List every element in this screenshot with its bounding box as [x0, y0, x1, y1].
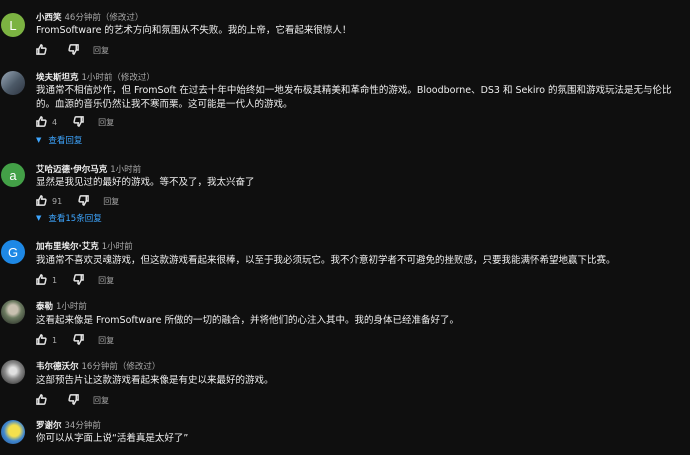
comment-author[interactable]: 艾哈迈德·伊尔马克	[36, 165, 107, 175]
comment-time[interactable]: 46分钟前（修改过）	[65, 13, 144, 23]
reply-button[interactable]: 回复	[98, 275, 114, 286]
comment-time[interactable]: 1小时前（修改过）	[82, 73, 155, 83]
comment-author[interactable]: 加布里埃尔·艾克	[36, 242, 99, 252]
view-replies-button[interactable]: ▼ 查看回复	[36, 134, 82, 146]
comment-text: 这部预告片让这款游戏看起来像是有史以来最好的游戏。	[36, 375, 274, 386]
thumbs-up-icon	[36, 115, 47, 127]
thumbs-up-icon	[36, 194, 47, 206]
comment-time[interactable]: 34分钟前	[65, 421, 101, 431]
like-button[interactable]	[36, 393, 47, 407]
dislike-button[interactable]	[78, 194, 90, 208]
like-count: 4	[52, 117, 58, 127]
like-count: 1	[52, 335, 58, 345]
reply-button[interactable]: 回复	[103, 196, 119, 207]
chevron-down-icon: ▼	[36, 214, 42, 222]
avatar[interactable]: L	[1, 13, 25, 37]
thumbs-down-icon	[73, 333, 84, 345]
comment-author[interactable]: 埃夫斯坦克	[36, 73, 79, 83]
comment-text: 我通常不喜欢灵魂游戏，但这款游戏看起来很棒，以至于我必须玩它。我不介意初学者不可…	[36, 255, 616, 266]
view-replies-button[interactable]: ▼ 查看15条回复	[36, 212, 102, 224]
comment-text: 你可以从字面上说“活着真是太好了”	[36, 433, 189, 444]
avatar[interactable]	[1, 71, 25, 95]
thumbs-down-icon	[68, 43, 79, 55]
dislike-button[interactable]	[68, 43, 79, 57]
view-replies-label: 查看15条回复	[48, 214, 102, 224]
dislike-button[interactable]	[73, 273, 84, 287]
like-button[interactable]	[36, 273, 47, 287]
thumbs-up-icon	[36, 333, 47, 345]
dislike-button[interactable]	[73, 115, 84, 129]
thumbs-up-icon	[36, 273, 47, 285]
comment-author[interactable]: 小西笑	[36, 13, 62, 23]
reply-button[interactable]: 回复	[98, 117, 114, 128]
thumbs-down-icon	[68, 393, 79, 405]
reply-button[interactable]: 回复	[98, 335, 114, 346]
avatar[interactable]: G	[1, 240, 25, 264]
avatar-letter: L	[9, 17, 17, 33]
thumbs-down-icon	[78, 194, 90, 206]
like-count: 1	[52, 275, 58, 285]
dislike-button[interactable]	[73, 333, 84, 347]
thumbs-down-icon	[73, 115, 84, 127]
reply-button[interactable]: 回复	[93, 395, 109, 406]
comment-text: 这看起来像是 FromSoftware 所做的一切的融合，并将他们的心注入其中。…	[36, 315, 459, 326]
thumbs-up-icon	[36, 393, 47, 405]
like-button[interactable]	[36, 115, 47, 129]
avatar-letter: a	[9, 167, 17, 183]
like-button[interactable]	[36, 194, 47, 208]
like-button[interactable]	[36, 333, 47, 347]
like-button[interactable]	[36, 43, 47, 57]
comment-text: 我通常不相信炒作，但 FromSoft 在过去十年中始终如一地发布极其精美和革命…	[36, 85, 672, 110]
dislike-button[interactable]	[68, 393, 79, 407]
comment-time[interactable]: 1小时前	[102, 242, 133, 252]
avatar-letter: G	[7, 244, 19, 260]
comment-author[interactable]: 韦尔德沃尔	[36, 362, 79, 372]
chevron-down-icon: ▼	[36, 136, 42, 144]
comment-text: FromSoftware 的艺术方向和氛围从不失败。我的上帝，它看起来很惊人！	[36, 25, 352, 36]
like-count: 91	[52, 196, 63, 206]
view-replies-label: 查看回复	[48, 136, 83, 146]
comment-text: 显然是我见过的最好的游戏。等不及了，我太兴奋了	[36, 177, 255, 188]
avatar[interactable]	[1, 420, 25, 444]
avatar[interactable]	[1, 360, 25, 384]
thumbs-up-icon	[36, 43, 47, 55]
comment-time[interactable]: 1小时前	[56, 302, 87, 312]
comment-author[interactable]: 泰勒	[36, 302, 53, 312]
comment-time[interactable]: 1小时前	[110, 165, 141, 175]
avatar[interactable]	[1, 300, 25, 324]
reply-button[interactable]: 回复	[93, 45, 109, 56]
avatar[interactable]: a	[1, 163, 25, 187]
comment-time[interactable]: 16分钟前（修改过）	[82, 362, 161, 372]
comment-author[interactable]: 罗谢尔	[36, 421, 62, 431]
thumbs-down-icon	[73, 273, 84, 285]
